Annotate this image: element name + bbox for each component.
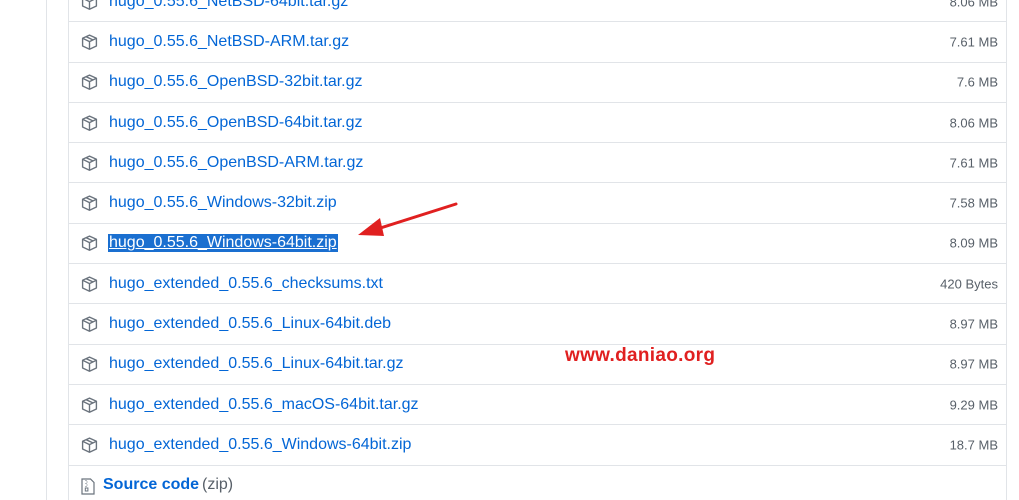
watermark-text: www.daniao.org <box>565 345 716 366</box>
source-code-format: (zip) <box>202 475 234 493</box>
asset-size: 8.06 MB <box>949 115 998 131</box>
asset-row[interactable]: hugo_0.55.6_OpenBSD-ARM.tar.gz 7.61 MB <box>69 143 1006 184</box>
source-code-row[interactable]: Source code (zip) <box>69 466 1006 500</box>
asset-size: 18.7 MB <box>949 437 998 453</box>
asset-name-link[interactable]: hugo_0.55.6_Windows-32bit.zip <box>109 194 337 212</box>
timeline-border <box>46 0 47 500</box>
release-assets-page: hugo_0.55.6_NetBSD-64bit.tar.gz 8.06 MB … <box>0 0 1019 500</box>
asset-size: 7.6 MB <box>956 74 998 90</box>
asset-name-link[interactable]: hugo_0.55.6_OpenBSD-ARM.tar.gz <box>109 154 363 172</box>
asset-name-link[interactable]: hugo_extended_0.55.6_Windows-64bit.zip <box>109 436 411 454</box>
package-icon <box>81 356 98 373</box>
package-icon <box>81 0 98 10</box>
asset-size: 8.97 MB <box>949 316 998 332</box>
package-icon <box>81 74 98 91</box>
asset-size: 420 Bytes <box>940 276 998 292</box>
asset-size: 8.06 MB <box>949 0 998 10</box>
asset-name-link[interactable]: hugo_extended_0.55.6_macOS-64bit.tar.gz <box>109 396 419 414</box>
package-icon <box>81 34 98 50</box>
asset-row[interactable]: hugo_extended_0.55.6_macOS-64bit.tar.gz … <box>69 385 1006 426</box>
asset-size: 8.97 MB <box>949 356 998 372</box>
asset-row[interactable]: hugo_extended_0.55.6_checksums.txt 420 B… <box>69 264 1006 305</box>
asset-name-link[interactable]: hugo_extended_0.55.6_Linux-64bit.deb <box>109 315 391 333</box>
asset-name-link[interactable]: hugo_0.55.6_NetBSD-ARM.tar.gz <box>109 33 349 51</box>
asset-name-link[interactable]: hugo_0.55.6_Windows-64bit.zip <box>108 234 338 253</box>
package-icon <box>81 276 98 292</box>
asset-size: 7.61 MB <box>949 34 998 50</box>
package-icon <box>81 235 98 252</box>
asset-name-link[interactable]: hugo_extended_0.55.6_Linux-64bit.tar.gz <box>109 355 403 373</box>
asset-name-link[interactable]: hugo_extended_0.55.6_checksums.txt <box>109 275 383 293</box>
red-arrow-icon <box>358 202 458 236</box>
asset-size: 8.09 MB <box>949 235 998 251</box>
package-icon <box>81 437 98 453</box>
asset-size: 7.58 MB <box>949 195 998 211</box>
asset-name-link[interactable]: hugo_0.55.6_OpenBSD-32bit.tar.gz <box>109 73 363 91</box>
asset-row[interactable]: hugo_0.55.6_OpenBSD-64bit.tar.gz 8.06 MB <box>69 103 1006 144</box>
file-zip-icon <box>81 477 95 495</box>
asset-row[interactable]: hugo_0.55.6_Windows-32bit.zip 7.58 MB <box>69 183 1006 224</box>
asset-row[interactable]: hugo_0.55.6_Windows-64bit.zip 8.09 MB <box>69 224 1006 265</box>
asset-size: 7.61 MB <box>949 155 998 171</box>
asset-row[interactable]: hugo_0.55.6_OpenBSD-32bit.tar.gz 7.6 MB <box>69 63 1006 103</box>
asset-row[interactable]: hugo_extended_0.55.6_Windows-64bit.zip 1… <box>69 425 1006 466</box>
asset-row[interactable]: hugo_extended_0.55.6_Linux-64bit.tar.gz … <box>69 345 1006 385</box>
asset-size: 9.29 MB <box>949 397 998 413</box>
asset-name-link[interactable]: hugo_0.55.6_NetBSD-64bit.tar.gz <box>109 0 348 11</box>
package-icon <box>81 114 98 131</box>
package-icon <box>81 195 98 212</box>
package-icon <box>81 155 98 171</box>
asset-row[interactable]: hugo_0.55.6_NetBSD-ARM.tar.gz 7.61 MB <box>69 22 1006 63</box>
asset-row[interactable]: hugo_0.55.6_NetBSD-64bit.tar.gz 8.06 MB <box>69 0 1006 23</box>
source-code-link[interactable]: Source code <box>103 476 199 494</box>
package-icon <box>81 397 98 413</box>
assets-list: hugo_0.55.6_NetBSD-64bit.tar.gz 8.06 MB … <box>68 0 1007 500</box>
asset-row[interactable]: hugo_extended_0.55.6_Linux-64bit.deb 8.9… <box>69 304 1006 345</box>
asset-name-link[interactable]: hugo_0.55.6_OpenBSD-64bit.tar.gz <box>109 114 363 132</box>
package-icon <box>81 316 98 332</box>
